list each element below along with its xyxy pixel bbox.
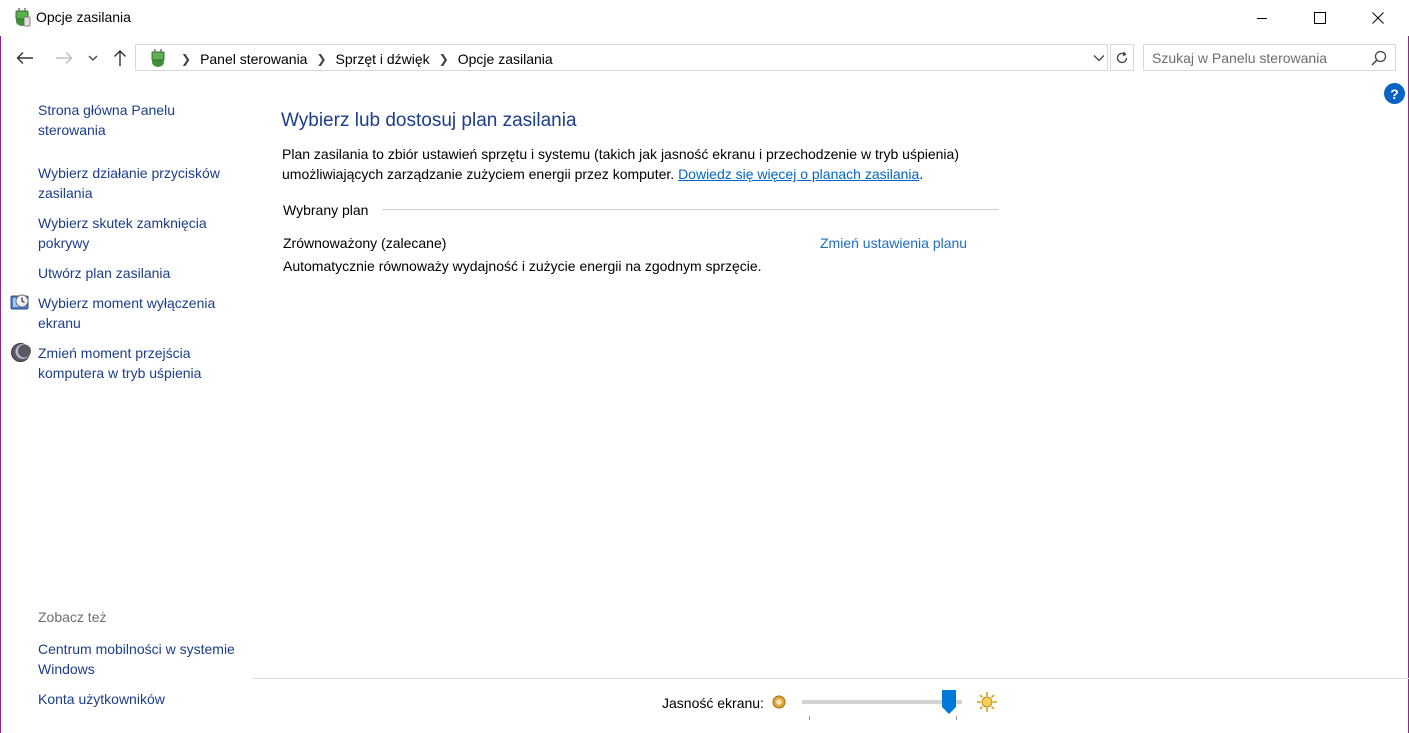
group-divider [382,209,999,210]
change-plan-settings-link[interactable]: Zmień ustawienia planu [820,235,967,251]
moon-icon [11,343,31,362]
learn-more-link[interactable]: Dowiedz się więcej o planach zasilania [678,166,919,182]
slider-tick [956,716,957,720]
slider-tick [809,716,810,720]
sidebar-item-control-panel-home[interactable]: Strona główna Panelu sterowania [38,100,243,140]
arrow-right-icon [56,52,73,64]
breadcrumb: ❯ Panel sterowania ❯ Sprzęt i dźwięk ❯ O… [148,49,553,69]
close-button[interactable] [1349,0,1407,36]
chevron-right-icon[interactable]: ❯ [316,52,326,66]
window-border-left [0,36,1,733]
chevron-right-icon: ❯ [181,52,192,66]
close-icon [1372,12,1384,24]
breadcrumb-item[interactable]: Opcje zasilania [458,51,553,67]
chevron-right-icon[interactable]: ❯ [439,52,449,66]
maximize-icon [1314,12,1326,24]
sidebar-item-sleep[interactable]: Zmień moment przejścia komputera w tryb … [38,343,243,383]
up-button[interactable] [108,46,132,70]
chevron-down-icon [88,55,98,61]
sidebar-item-mobility-center[interactable]: Centrum mobilności w systemie Windows [38,639,243,679]
recent-locations-button[interactable] [83,46,103,70]
brightness-low-icon [772,695,786,709]
help-icon: ? [1390,85,1399,102]
sidebar-item-lid-close[interactable]: Wybierz skutek zamknięcia pokrywy [38,213,243,253]
sidebar-item-create-plan[interactable]: Utwórz plan zasilania [38,263,243,283]
plan-name: Zrównoważony (zalecane) [283,235,447,251]
refresh-button[interactable] [1110,44,1134,71]
minimize-button[interactable] [1233,0,1291,36]
search-input[interactable] [1152,48,1362,67]
brightness-high-icon [977,692,997,712]
address-dropdown-button[interactable] [1089,45,1109,70]
breadcrumb-item[interactable]: Sprzęt i dźwięk [336,51,430,67]
search-icon[interactable] [1371,50,1387,66]
title-bar: Opcje zasilania [0,0,1409,36]
description-suffix: . [919,166,924,182]
arrow-left-icon [16,52,33,64]
plan-description: Automatycznie równoważy wydajność i zuży… [283,258,762,274]
sidebar-item-power-buttons[interactable]: Wybierz działanie przycisków zasilania [38,163,243,203]
forward-button[interactable] [52,46,76,70]
see-also-heading: Zobacz też [38,609,107,625]
power-options-icon [15,8,31,27]
brightness-slider-track[interactable] [802,700,962,704]
window-title: Opcje zasilania [36,9,131,25]
control-panel-icon [151,49,165,67]
maximize-button[interactable] [1291,0,1349,36]
brightness-slider-thumb[interactable] [942,690,956,714]
search-box[interactable] [1143,44,1396,71]
monitor-clock-icon [10,294,29,310]
arrow-up-icon [114,50,126,66]
minimize-icon [1257,18,1267,19]
selected-plan-heading: Wybrany plan [283,202,369,218]
back-button[interactable] [13,46,37,70]
page-title: Wybierz lub dostosuj plan zasilania [281,110,577,131]
sidebar-item-screen-off[interactable]: Wybierz moment wyłączenia ekranu [38,293,243,333]
chevron-down-icon [1093,54,1105,61]
brightness-label: Jasność ekranu: [662,695,764,711]
breadcrumb-item[interactable]: Panel sterowania [200,51,307,67]
sidebar-item-user-accounts[interactable]: Konta użytkowników [38,689,243,709]
bottom-divider [252,678,1409,679]
refresh-icon [1116,51,1128,63]
page-description: Plan zasilania to zbiór ustawień sprzętu… [282,144,1012,184]
help-button[interactable]: ? [1384,83,1405,104]
